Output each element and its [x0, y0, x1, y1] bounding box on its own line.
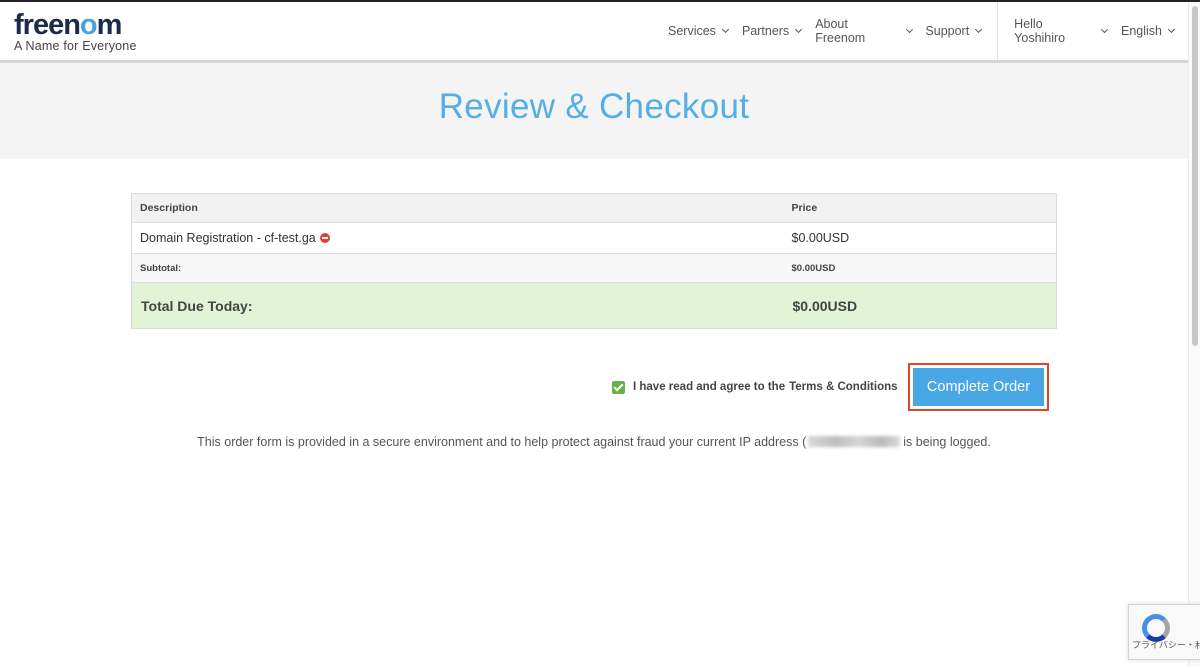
main-nav: Services Partners About Freenom Support …: [668, 2, 1188, 60]
user-menu-label: Hello Yoshihiro: [1014, 17, 1066, 45]
chevron-down-icon: [721, 25, 729, 34]
total-due-label: Total Due Today:: [131, 282, 784, 329]
recaptcha-icon: [1142, 614, 1170, 642]
logo-wordmark: freenom: [14, 9, 122, 41]
order-summary-table: Description Price Domain Registration - …: [131, 193, 1057, 329]
nav-about-label: About Freenom: [815, 17, 866, 45]
subtotal-label: Subtotal:: [131, 253, 784, 283]
nav-support-label: Support: [925, 24, 970, 38]
nav-partners-label: Partners: [741, 24, 790, 38]
page-title: Review & Checkout: [438, 87, 750, 126]
user-menu[interactable]: Hello Yoshihiro: [1014, 17, 1109, 45]
page-scrollbar[interactable]: [1188, 2, 1200, 667]
freenom-logo[interactable]: freenom A Name for Everyone: [14, 10, 137, 53]
chevron-down-icon: [795, 25, 803, 34]
nav-partners[interactable]: Partners: [741, 24, 803, 38]
complete-order-button[interactable]: Complete Order: [913, 368, 1044, 406]
item-description-cell: Domain Registration - cf-test.ga: [131, 222, 784, 254]
nav-support[interactable]: Support: [925, 24, 983, 38]
column-header-price: Price: [783, 193, 1057, 223]
table-row: Domain Registration - cf-test.ga $0.00US…: [131, 222, 1057, 254]
subtotal-value: $0.00USD: [783, 253, 1057, 283]
secure-order-note: This order form is provided in a secure …: [0, 435, 1188, 449]
recaptcha-badge[interactable]: プライバシー・利用規約: [1128, 604, 1200, 660]
chevron-down-icon: [905, 25, 913, 34]
chevron-down-icon: [1101, 25, 1109, 34]
blurred-ip-address: [808, 436, 901, 447]
nav-about[interactable]: About Freenom: [815, 17, 913, 45]
logo-tagline: A Name for Everyone: [14, 39, 137, 53]
secure-note-tail: is being logged.: [903, 435, 991, 449]
chevron-down-icon: [975, 25, 983, 34]
remove-item-icon[interactable]: [319, 233, 330, 243]
terms-agreement-text: I have read and agree to the: [633, 381, 786, 393]
terms-checkbox[interactable]: [612, 380, 625, 394]
terms-link[interactable]: Terms & Conditions: [789, 381, 897, 393]
total-due-value: $0.00USD: [783, 282, 1057, 329]
nav-services-label: Services: [668, 24, 716, 38]
terms-agreement: I have read and agree to the Terms & Con…: [612, 379, 898, 395]
title-band: Review & Checkout: [0, 63, 1188, 159]
chevron-down-icon: [1167, 25, 1176, 34]
item-price: $0.00USD: [783, 222, 1057, 254]
nav-services[interactable]: Services: [668, 24, 729, 38]
recaptcha-privacy-terms[interactable]: プライバシー・利用規約: [1132, 641, 1200, 650]
nav-divider: [997, 2, 999, 60]
site-header: freenom A Name for Everyone Services Par…: [0, 2, 1188, 60]
table-header-row: Description Price: [131, 193, 1057, 223]
language-menu-label: English: [1121, 24, 1162, 38]
total-due-row: Total Due Today: $0.00USD: [131, 282, 1057, 329]
scrollbar-thumb[interactable]: [1192, 6, 1198, 346]
subtotal-row: Subtotal: $0.00USD: [131, 253, 1057, 283]
secure-note-text: This order form is provided in a secure …: [197, 435, 807, 449]
item-description: Domain Registration - cf-test.ga: [140, 231, 316, 245]
column-header-description: Description: [131, 193, 784, 223]
language-menu[interactable]: English: [1121, 24, 1176, 38]
